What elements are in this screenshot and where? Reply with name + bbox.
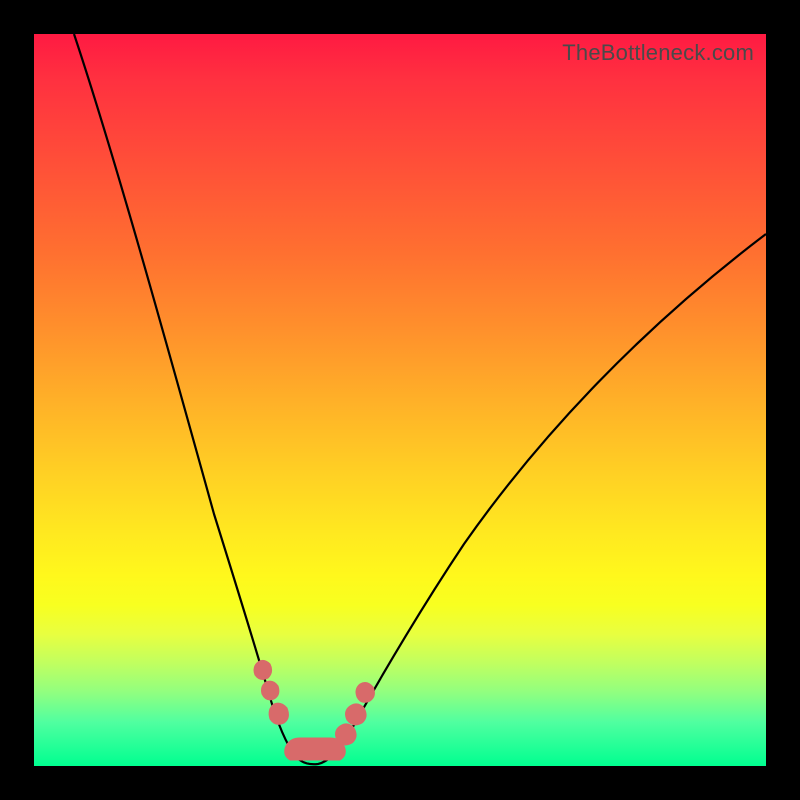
- chart-frame: { "watermark": "TheBottleneck.com", "col…: [0, 0, 800, 800]
- curve-layer: [34, 34, 766, 766]
- plot-area: TheBottleneck.com: [34, 34, 766, 766]
- trough-markers: [254, 660, 374, 760]
- bottleneck-curve: [74, 34, 766, 764]
